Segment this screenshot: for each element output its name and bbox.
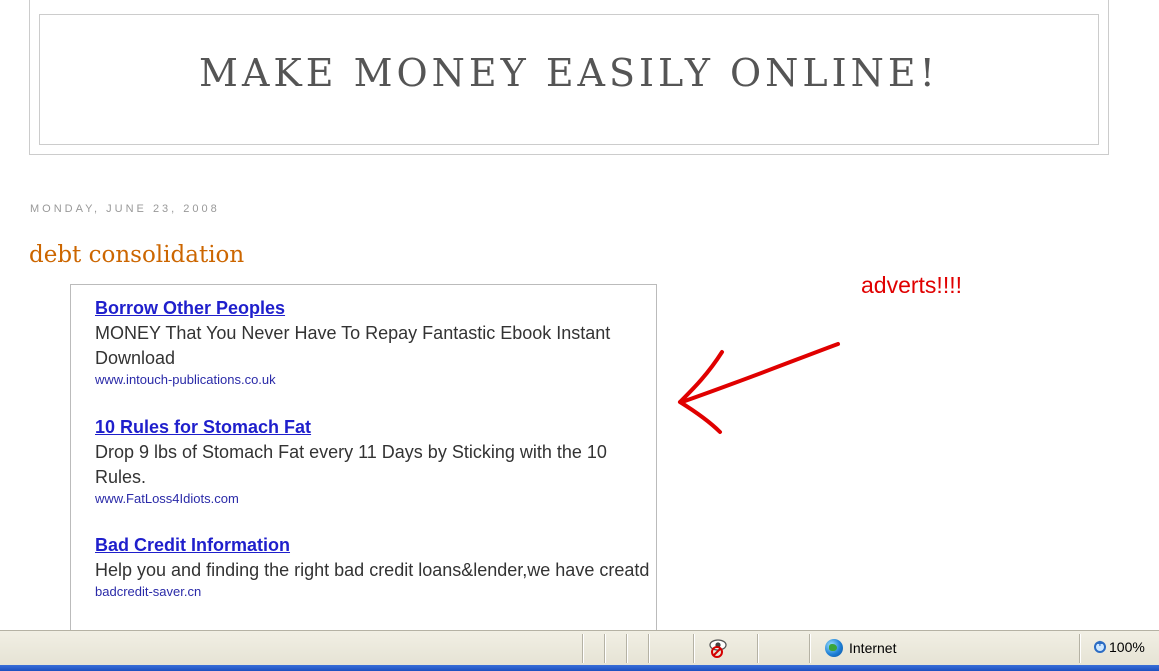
status-bar-divider: [693, 634, 695, 663]
zoom-icon: [1094, 639, 1106, 653]
ad-title-link[interactable]: Bad Credit Information: [95, 534, 650, 556]
status-bar-divider: [582, 634, 584, 663]
blog-header: MAKE MONEY EASILY ONLINE!: [29, 0, 1109, 155]
zoom-level[interactable]: 100%: [1094, 639, 1145, 655]
security-zone[interactable]: Internet: [825, 639, 896, 657]
status-bar-divider: [604, 634, 606, 663]
post-title[interactable]: debt consolidation: [29, 242, 244, 268]
ad-title-link[interactable]: Borrow Other Peoples: [95, 297, 650, 319]
ad-item: 10 Rules for Stomach Fat Drop 9 lbs of S…: [95, 416, 650, 507]
ad-description: MONEY That You Never Have To Repay Fanta…: [95, 323, 611, 368]
ad-box: Borrow Other Peoples MONEY That You Neve…: [70, 284, 657, 644]
blog-header-inner: MAKE MONEY EASILY ONLINE!: [39, 14, 1099, 145]
ad-item: Bad Credit Information Help you and find…: [95, 534, 650, 600]
ad-url[interactable]: www.FatLoss4Idiots.com: [95, 491, 650, 507]
zoom-level-label: 100%: [1109, 639, 1145, 655]
status-bar-divider: [1079, 634, 1081, 663]
security-zone-label: Internet: [849, 640, 897, 656]
taskbar-edge: [0, 665, 1159, 671]
ad-description: Help you and finding the right bad credi…: [95, 560, 650, 580]
blog-title[interactable]: MAKE MONEY EASILY ONLINE!: [199, 51, 939, 95]
status-bar: Internet 100%: [0, 630, 1159, 671]
annotation-text: adverts!!!!: [861, 272, 962, 298]
post-date: MONDAY, JUNE 23, 2008: [30, 203, 220, 215]
status-bar-divider: [626, 634, 628, 663]
privacy-report-icon[interactable]: [707, 637, 729, 659]
ad-item: Borrow Other Peoples MONEY That You Neve…: [95, 297, 650, 388]
ad-title-link[interactable]: 10 Rules for Stomach Fat: [95, 416, 650, 438]
internet-zone-globe-icon: [825, 639, 843, 657]
status-bar-divider: [809, 634, 811, 663]
ad-description: Drop 9 lbs of Stomach Fat every 11 Days …: [95, 442, 607, 487]
status-bar-divider: [757, 634, 759, 663]
ad-url[interactable]: www.intouch-publications.co.uk: [95, 372, 650, 388]
annotation-arrow-icon: [678, 342, 840, 434]
status-bar-divider: [648, 634, 650, 663]
ad-url[interactable]: badcredit-saver.cn: [95, 584, 650, 600]
